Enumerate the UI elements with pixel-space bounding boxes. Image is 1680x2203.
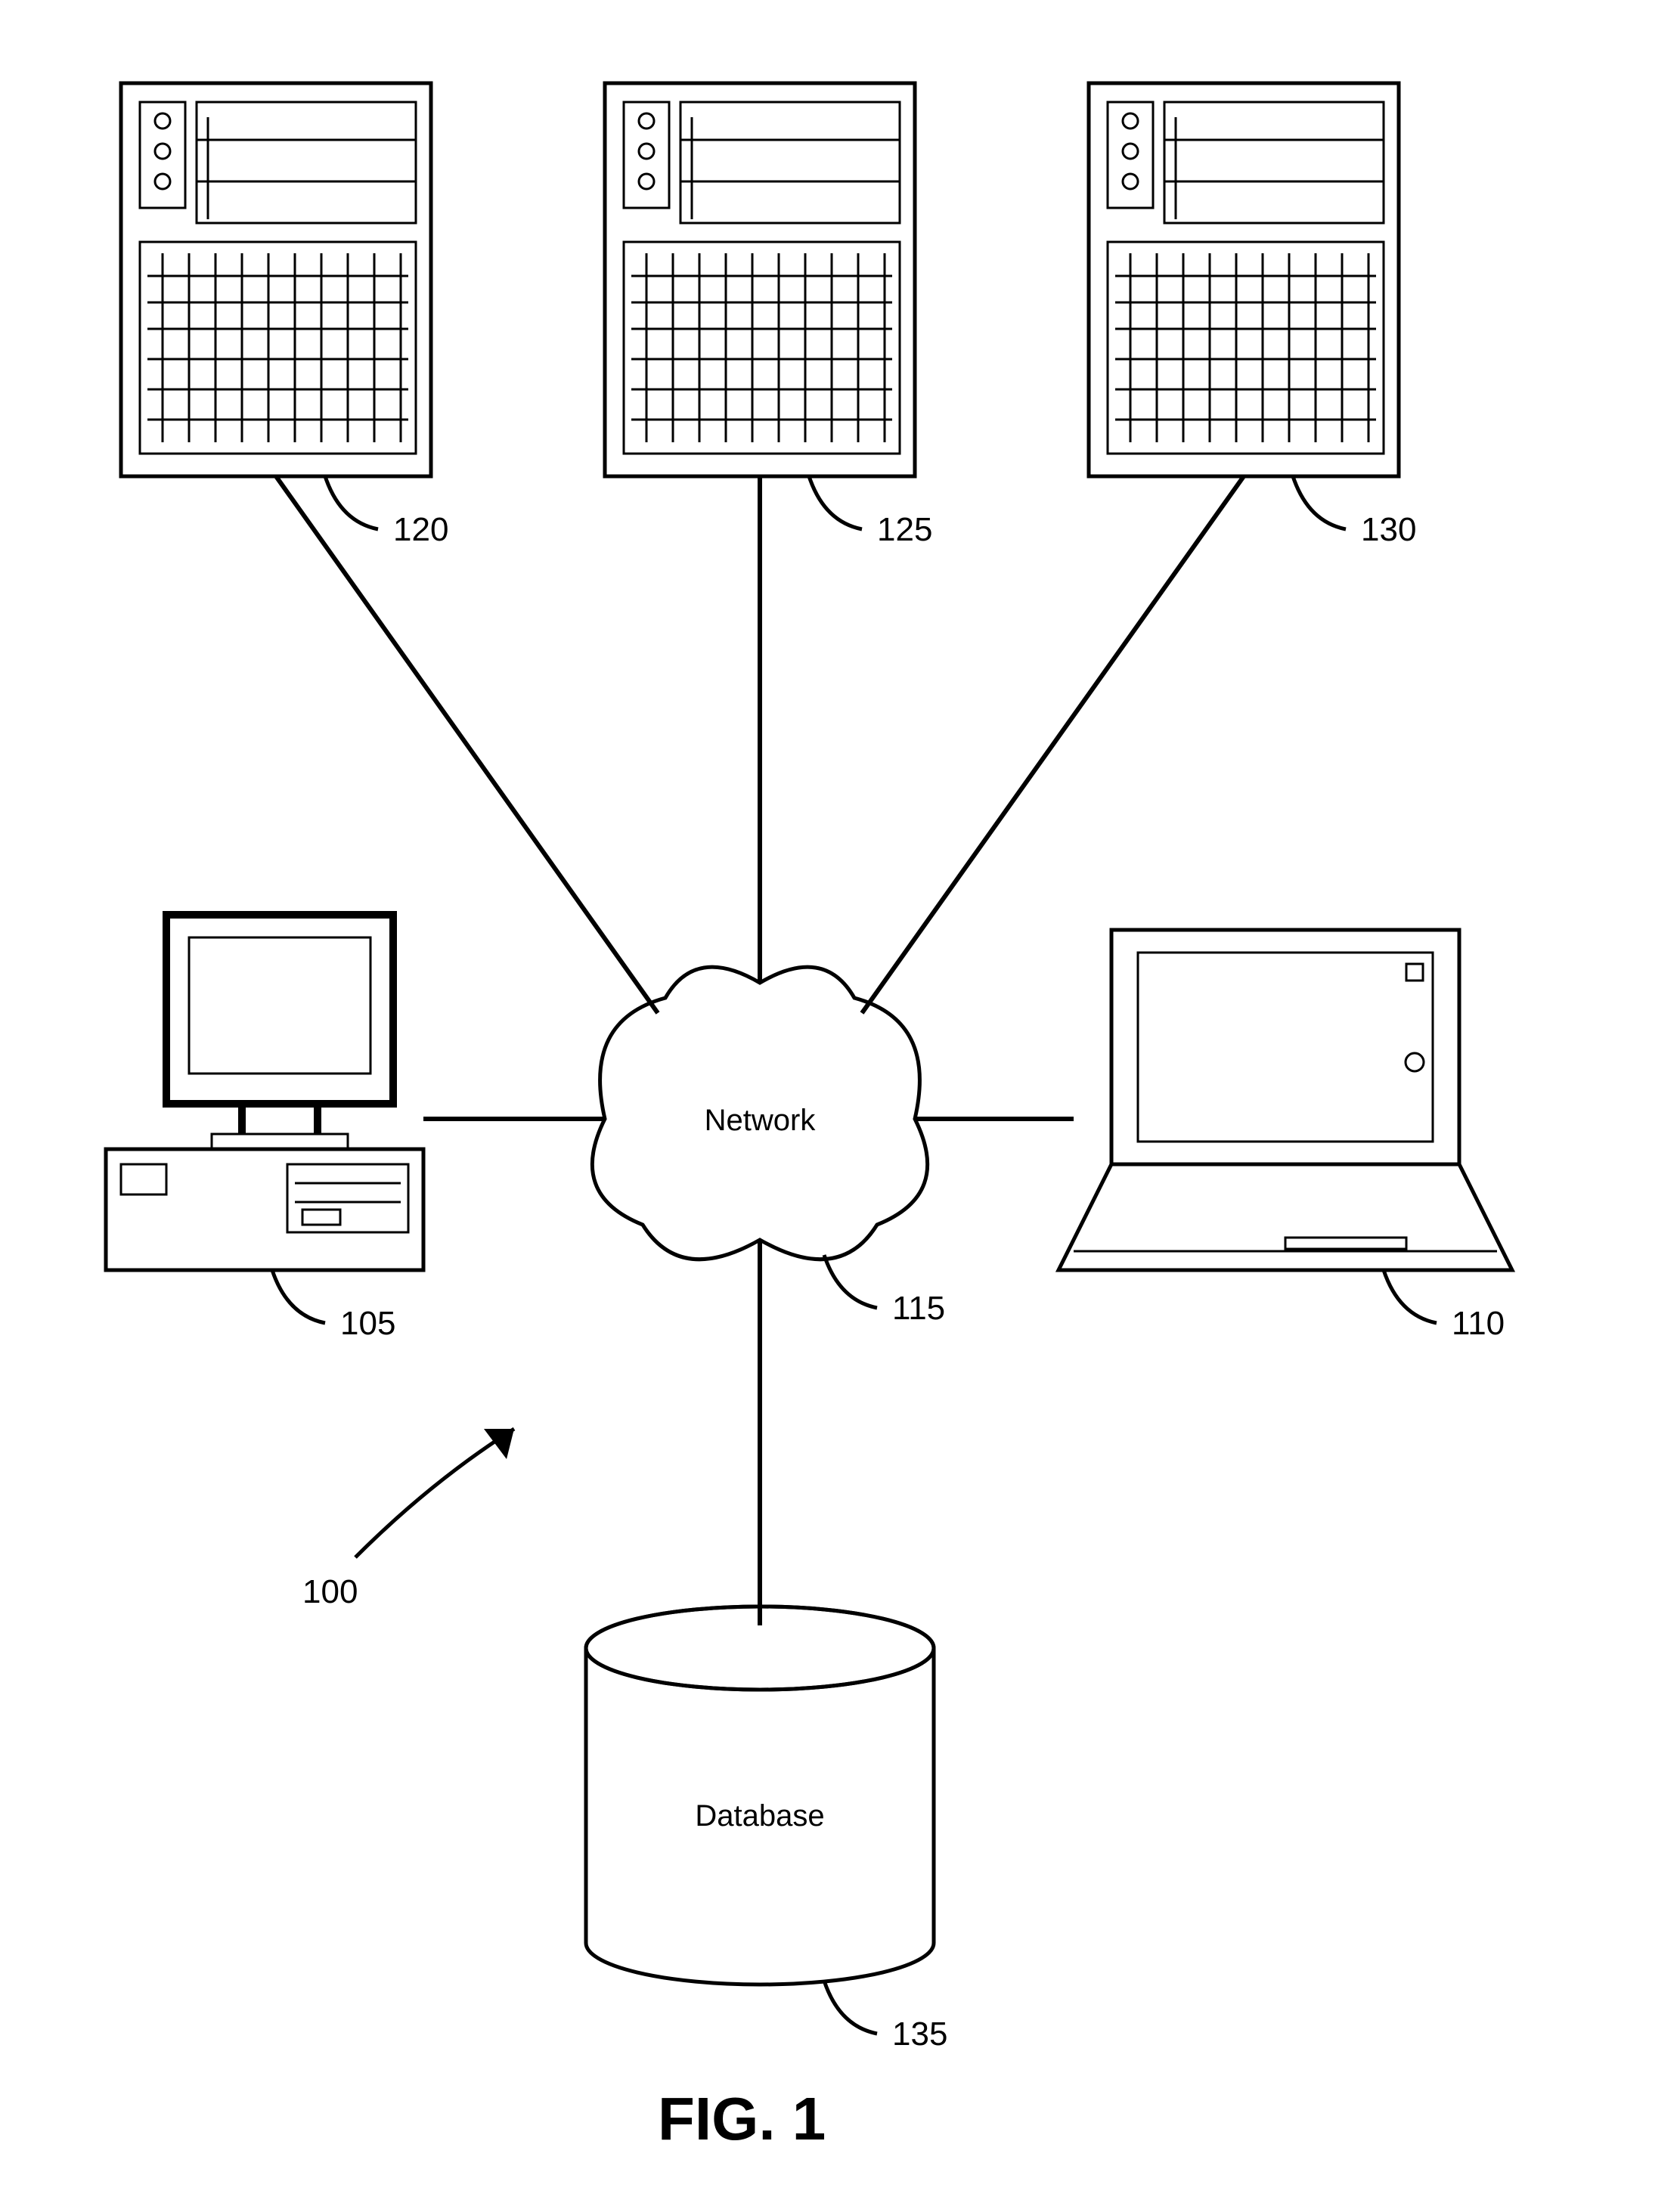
laptop-computer: 110	[1059, 930, 1512, 1342]
ref-desktop: 105	[340, 1305, 395, 1342]
ref-network: 115	[892, 1290, 945, 1327]
database-label: Database	[695, 1799, 824, 1833]
server-left: 120	[121, 83, 448, 548]
figure-label: FIG. 1	[658, 2085, 826, 2152]
ref-database: 135	[892, 2016, 947, 2053]
network-cloud: Network 115	[592, 967, 945, 1327]
desktop-computer: 105	[106, 915, 423, 1342]
server-group: 120 125	[121, 83, 1416, 548]
ref-system: 100	[302, 1573, 358, 1610]
network-label: Network	[705, 1104, 817, 1137]
ref-server-right: 130	[1361, 511, 1416, 548]
ref-server-mid: 125	[877, 511, 932, 548]
server-right: 130	[1089, 83, 1416, 548]
network-system-diagram: 120 125	[0, 0, 1680, 2203]
ref-server-left: 120	[393, 511, 448, 548]
ref-laptop: 110	[1452, 1305, 1505, 1342]
links	[276, 476, 1244, 1625]
server-mid: 125	[605, 83, 932, 548]
system-ref: 100	[302, 1429, 514, 1610]
database-cylinder: Database 135	[586, 1607, 947, 2053]
